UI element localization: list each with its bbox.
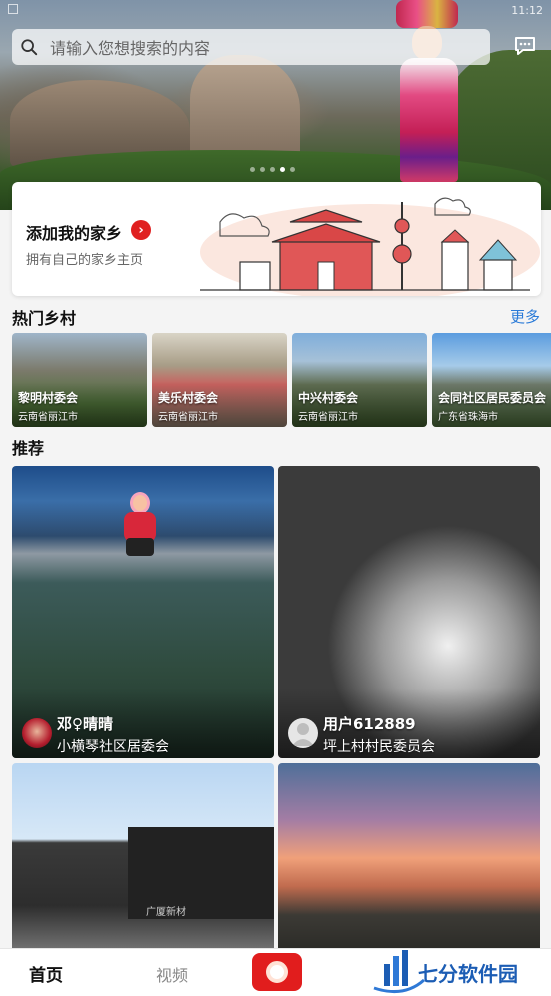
- village-card[interactable]: 美乐村委会 云南省丽江市: [152, 333, 287, 427]
- nav-video-tab[interactable]: 视频: [156, 962, 188, 986]
- chevron-right-icon[interactable]: ›: [131, 220, 151, 240]
- camera-record-icon: [266, 961, 288, 983]
- recommend-feed: 邓♀晴晴 小横琴社区居委会 用户612889 坪上村村民委员会 广厦新材: [12, 466, 540, 948]
- post-photo-subject: [120, 492, 160, 558]
- post-photo-sign: 广厦新材: [146, 907, 186, 918]
- banner-dot-active[interactable]: [280, 167, 285, 172]
- banner-rock: [190, 55, 300, 165]
- feed-post[interactable]: 用户612889 坪上村村民委员会: [278, 466, 540, 758]
- publish-button[interactable]: [252, 953, 302, 991]
- village-name: 黎明村委会: [18, 391, 79, 405]
- add-hometown-card[interactable]: 添加我的家乡 › 拥有自己的家乡主页: [12, 182, 541, 296]
- watermark-text: 七分软件园: [418, 962, 518, 986]
- status-time: 11:12: [511, 4, 543, 17]
- village-name: 会同社区居民委员会: [438, 391, 547, 405]
- search-placeholder: 请输入您想搜索的内容: [50, 39, 211, 58]
- hometown-subtitle: 拥有自己的家乡主页: [26, 253, 144, 268]
- more-link[interactable]: 更多: [510, 306, 540, 327]
- banner-dot[interactable]: [260, 167, 265, 172]
- hot-villages-list: 黎明村委会 云南省丽江市 美乐村委会 云南省丽江市 中兴村委会 云南省丽江市 会…: [12, 333, 551, 427]
- banner-indicator: [250, 167, 295, 172]
- status-sim-icon: [8, 4, 18, 14]
- city-landmarks-illustration: [200, 197, 540, 296]
- village-name: 中兴村委会: [298, 391, 359, 405]
- feed-post[interactable]: [278, 763, 540, 948]
- banner-dot[interactable]: [250, 167, 255, 172]
- banner-person: [394, 0, 464, 182]
- village-location: 云南省丽江市: [18, 412, 78, 423]
- post-username: 用户612889: [323, 715, 416, 733]
- post-organization: 小横琴社区居委会: [57, 739, 169, 755]
- hometown-title: 添加我的家乡: [26, 224, 123, 243]
- feed-post[interactable]: 邓♀晴晴 小横琴社区居委会: [12, 466, 274, 758]
- village-location: 广东省珠海市: [438, 412, 498, 423]
- hot-villages-title: 热门乡村: [12, 309, 77, 328]
- village-card[interactable]: 会同社区居民委员会 广东省珠海市: [432, 333, 551, 427]
- avatar[interactable]: [288, 718, 318, 748]
- banner-dot[interactable]: [270, 167, 275, 172]
- village-card[interactable]: 中兴村委会 云南省丽江市: [292, 333, 427, 427]
- village-name: 美乐村委会: [158, 391, 219, 405]
- post-username: 邓♀晴晴: [57, 715, 113, 733]
- search-bar[interactable]: 请输入您想搜索的内容: [12, 29, 490, 65]
- message-icon[interactable]: [514, 35, 536, 57]
- nav-home-tab[interactable]: 首页: [29, 961, 63, 986]
- avatar[interactable]: [22, 718, 52, 748]
- feed-post[interactable]: 广厦新材: [12, 763, 274, 948]
- village-location: 云南省丽江市: [298, 412, 358, 423]
- search-icon: [21, 39, 38, 56]
- user-icon: [292, 723, 314, 746]
- banner-dot[interactable]: [290, 167, 295, 172]
- recommend-title: 推荐: [12, 439, 45, 458]
- post-organization: 坪上村村民委员会: [323, 739, 435, 755]
- village-location: 云南省丽江市: [158, 412, 218, 423]
- village-card[interactable]: 黎明村委会 云南省丽江市: [12, 333, 147, 427]
